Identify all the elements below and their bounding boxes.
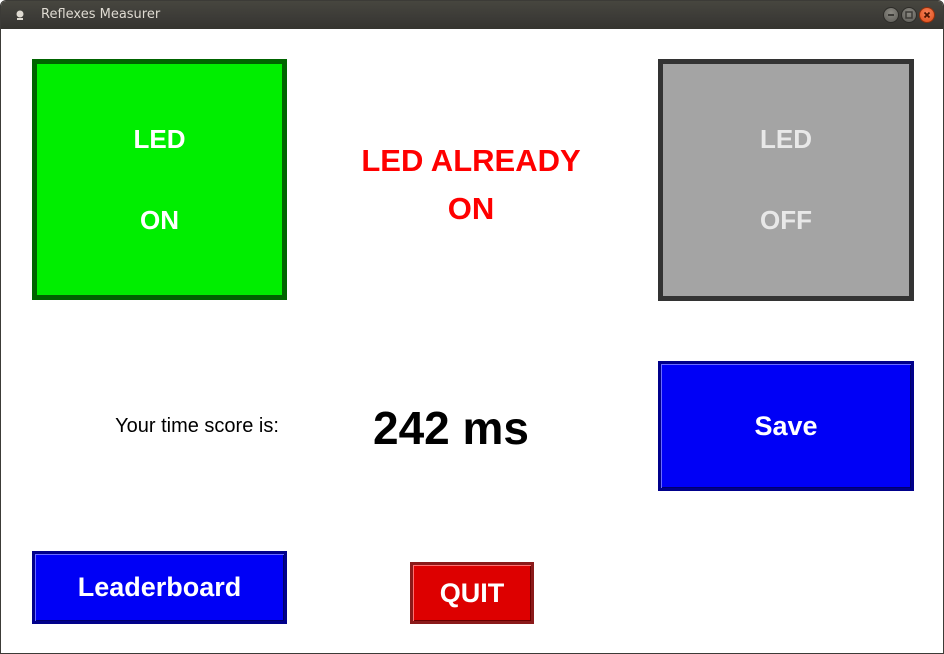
status-message: LED ALREADY ON	[321, 137, 621, 233]
led-on-indicator: LED ON	[32, 59, 287, 300]
quit-button[interactable]: QUIT	[410, 562, 534, 624]
close-icon[interactable]	[919, 7, 935, 23]
app-window: Reflexes Measurer LED ON LED ALREADY ON …	[0, 0, 944, 654]
led-off-indicator: LED OFF	[658, 59, 914, 301]
maximize-icon[interactable]	[901, 7, 917, 23]
save-button[interactable]: Save	[658, 361, 914, 491]
leaderboard-button[interactable]: Leaderboard	[32, 551, 287, 624]
title-bar[interactable]: Reflexes Measurer	[1, 1, 943, 29]
led-off-label: LED	[760, 124, 812, 154]
app-icon	[16, 10, 24, 20]
led-on-state: ON	[140, 204, 179, 235]
window-title: Reflexes Measurer	[41, 7, 161, 22]
led-off-state: OFF	[760, 205, 812, 235]
status-line-1: LED ALREADY	[361, 143, 581, 178]
status-line-2: ON	[447, 191, 495, 226]
score-label: Your time score is:	[115, 415, 279, 437]
minimize-icon[interactable]	[883, 7, 899, 23]
led-on-label: LED	[133, 123, 186, 154]
main-panel: LED ON LED ALREADY ON LED OFF Your time …	[1, 29, 943, 653]
score-value: 242 ms	[372, 402, 529, 454]
